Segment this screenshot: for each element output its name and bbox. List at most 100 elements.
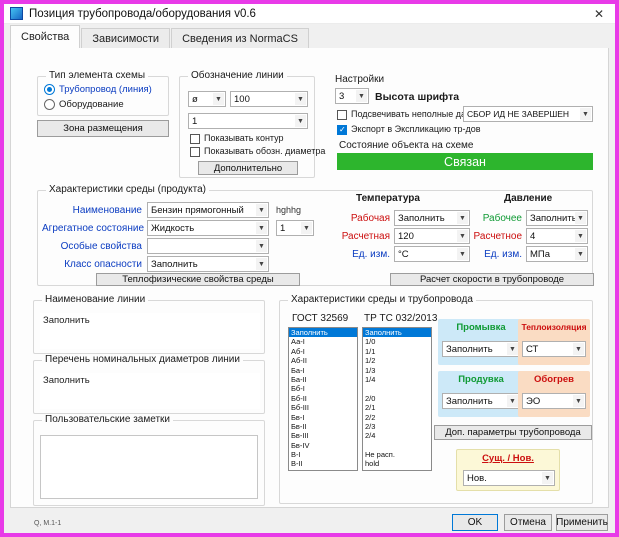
list-item[interactable]: Аб-II [289,356,357,365]
list-item[interactable] [363,441,431,450]
line-number-combo[interactable]: 1 ▼ [188,113,308,129]
pressure-calc-label: Расчетное [462,231,522,242]
highlight-incomplete-checkbox[interactable] [337,110,347,120]
list-item[interactable]: 1/0 [363,337,431,346]
list-item[interactable]: Бб-I [289,384,357,393]
chevron-down-icon: ▼ [295,115,306,127]
list-item[interactable]: В-I [289,450,357,459]
diameter-symbol-combo[interactable]: ø ▼ [188,91,226,107]
list-item[interactable]: 1/2 [363,356,431,365]
flush-combo[interactable]: Заполнить ▼ [442,341,520,357]
diameters-group-title: Перечень номинальных диаметров линии [42,354,243,365]
special-props-combo[interactable]: ▼ [147,238,269,254]
id-status-combo[interactable]: СБОР ИД НЕ ЗАВЕРШЕН ▼ [463,106,593,122]
list-item[interactable]: Заполнить [363,328,431,337]
pressure-calc-combo[interactable]: 4 ▼ [526,228,588,244]
gost-listbox[interactable]: ЗаполнитьАа-IАб-IАб-IIБа-IБа-IIБб-IБб-II… [288,327,358,471]
aggregate-state-label: Агрегатное состояние [42,223,142,234]
medium-name-combo[interactable]: Бензин прямогонный ▼ [147,202,269,218]
insulation-combo[interactable]: СТ ▼ [522,341,586,357]
chevron-down-icon: ▼ [575,212,586,224]
chevron-down-icon: ▼ [256,240,267,252]
tab-properties[interactable]: Свойства [10,25,80,48]
hazard-class-label: Класс опасности [42,259,142,270]
list-item[interactable]: Бв-III [289,431,357,440]
show-diameter-checkbox[interactable] [190,147,200,157]
window-title: Позиция трубопровода/оборудования v0.6 [29,8,256,20]
list-item[interactable]: 2/4 [363,431,431,440]
purge-label: Продувка [438,374,524,385]
list-item[interactable]: Бб-III [289,403,357,412]
insulation-label: Теплоизоляция [518,322,590,332]
list-item[interactable]: 1/1 [363,347,431,356]
list-item[interactable]: Аб-I [289,347,357,356]
aggregate-state-combo[interactable]: Жидкость ▼ [147,220,269,236]
list-item[interactable]: В-II [289,459,357,468]
heating-label: Обогрев [518,374,590,385]
list-item[interactable]: Заполнить [289,328,357,337]
pipeline-radio[interactable] [44,84,55,95]
notes-group: Пользовательские заметки [33,420,265,506]
list-item[interactable]: Бв-II [289,422,357,431]
chevron-down-icon: ▼ [295,93,306,105]
chevron-down-icon: ▼ [575,230,586,242]
notes-textbox[interactable] [40,435,258,499]
cancel-button[interactable]: Отмена [504,514,552,531]
tab-dependencies[interactable]: Зависимости [81,28,170,48]
more-options-button[interactable]: Дополнительно [198,161,298,175]
aggregate-extra-combo[interactable]: 1 ▼ [276,220,314,236]
temp-calc-combo[interactable]: 120 ▼ [394,228,470,244]
tr-ts-listbox[interactable]: Заполнить1/01/11/21/31/4 2/02/12/22/32/4 Н… [362,327,432,471]
velocity-calc-button[interactable]: Расчет скорости в трубопроводе [390,273,594,286]
thermophysical-button[interactable]: Теплофизические свойства среды [96,273,300,286]
show-contour-checkbox[interactable] [190,134,200,144]
list-item[interactable]: 1/4 [363,375,431,384]
diameters-textbox[interactable]: Заполнить [40,373,260,409]
medium-name-label: Наименование [42,205,142,216]
equipment-radio[interactable] [44,99,55,110]
medium-group-title: Характеристики среды (продукта) [46,184,209,195]
temp-unit-combo[interactable]: °C ▼ [394,246,470,262]
list-item[interactable]: Бв-IV [289,441,357,450]
list-item[interactable]: 1/3 [363,366,431,375]
list-item[interactable]: Не расп. [363,450,431,459]
pressure-working-combo[interactable]: Заполнить ▼ [526,210,588,226]
tabstrip: Свойства Зависимости Сведения из NormaCS [4,24,615,48]
pipe-props-group: Характеристики среды и трубопровода ГОСТ… [279,300,593,504]
export-explication-checkbox[interactable] [337,125,347,135]
list-item[interactable]: hold [363,459,431,468]
placement-zone-button[interactable]: Зона размещения [37,120,169,137]
list-item[interactable]: Ба-II [289,375,357,384]
list-item[interactable]: 2/1 [363,403,431,412]
list-item[interactable]: Бв-I [289,413,357,422]
line-name-textbox[interactable]: Заполнить [40,313,260,349]
diameter-value-combo[interactable]: 100 ▼ [230,91,308,107]
list-item[interactable]: Ба-I [289,366,357,375]
heating-combo[interactable]: ЭО ▼ [522,393,586,409]
combo-value: 4 [530,231,535,242]
extra-pipe-params-button[interactable]: Доп. параметры трубопровода [434,425,592,440]
purge-combo[interactable]: Заполнить ▼ [442,393,520,409]
hazard-class-combo[interactable]: Заполнить ▼ [147,256,269,272]
temp-working-combo[interactable]: Заполнить ▼ [394,210,470,226]
chevron-down-icon: ▼ [573,395,584,407]
existing-new-combo[interactable]: Нов. ▼ [463,470,555,486]
chevron-down-icon: ▼ [356,90,367,102]
pressure-unit-combo[interactable]: МПа ▼ [526,246,588,262]
equipment-radio-label: Оборудование [59,99,124,110]
pressure-unit-label: Ед. изм. [462,249,522,260]
list-item[interactable]: 2/0 [363,394,431,403]
list-item[interactable]: 2/3 [363,422,431,431]
close-icon[interactable]: ✕ [589,7,609,21]
tab-normacs[interactable]: Сведения из NormaCS [171,28,309,48]
notes-group-title: Пользовательские заметки [42,414,173,425]
list-item[interactable]: 2/2 [363,413,431,422]
apply-button[interactable]: Применить [556,514,608,531]
gost-list-title: ГОСТ 32569 [292,313,348,324]
font-height-combo[interactable]: 3 ▼ [335,88,369,104]
list-item[interactable]: Бб-II [289,394,357,403]
list-item[interactable]: Аа-I [289,337,357,346]
chevron-down-icon: ▼ [573,343,584,355]
list-item[interactable] [363,384,431,393]
ok-button[interactable]: OK [452,514,498,531]
